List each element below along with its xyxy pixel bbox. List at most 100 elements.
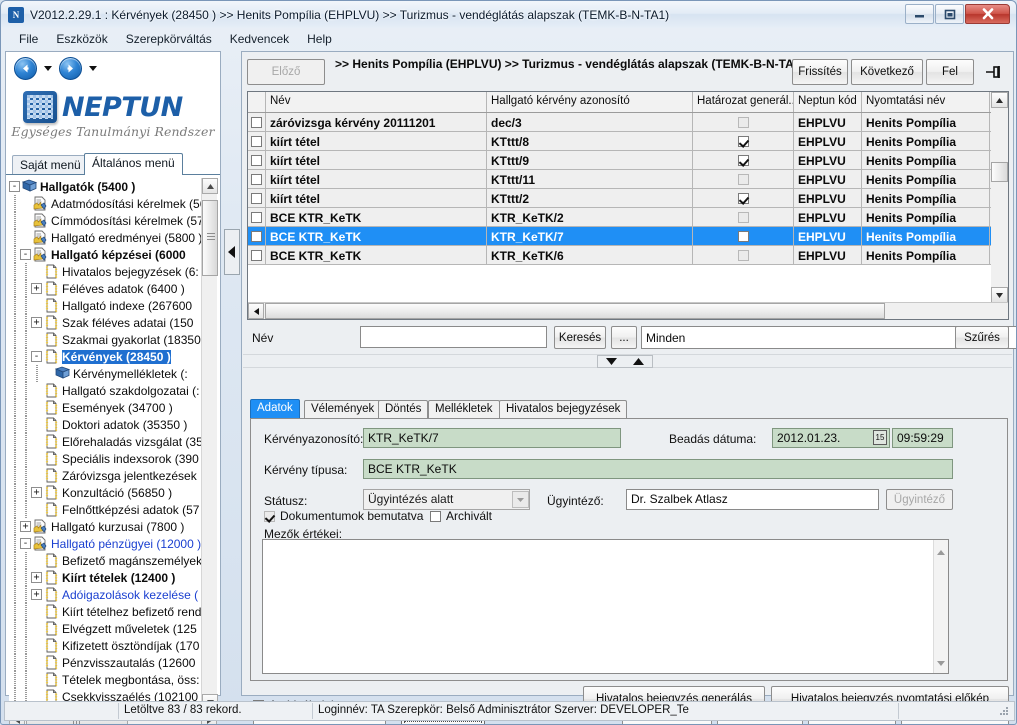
row-checkbox[interactable] xyxy=(251,155,262,166)
tab-hivatalos-bejegyzesek[interactable]: Hivatalos bejegyzések xyxy=(499,400,628,419)
row-checkbox[interactable] xyxy=(251,136,262,147)
row-select-cell[interactable] xyxy=(248,189,266,207)
row-select-cell[interactable] xyxy=(248,208,266,226)
tree-expander-icon[interactable]: - xyxy=(9,181,20,192)
tree-item[interactable]: Pénzvisszautalás (12600 xyxy=(9,654,217,671)
dokumentumok-checkbox-row[interactable]: Dokumentumok bemutatva xyxy=(264,509,423,523)
maximize-button[interactable] xyxy=(935,4,964,24)
table-row[interactable]: BCE KTR_KeTK KTR_KeTK/6 EHPLVU Henits Pompí… xyxy=(248,246,1008,265)
grid-header-neptun[interactable]: Neptun kód xyxy=(794,92,862,112)
tree-item[interactable]: Hivatalos bejegyzések (6: xyxy=(9,263,217,280)
grid-header-nyomtatasi[interactable]: Nyomtatási név xyxy=(862,92,990,112)
calendar-icon[interactable]: 15 xyxy=(873,430,887,445)
back-button[interactable] xyxy=(14,56,37,80)
tab-altalanos-menu[interactable]: Általános menü xyxy=(84,153,183,175)
tree-item[interactable]: Hallgató szakdolgozatai (: xyxy=(9,382,217,399)
archivalt-checkbox-row[interactable]: Archivált xyxy=(430,509,492,523)
tree-item[interactable]: Hallgató eredményei (5800 ) xyxy=(9,229,217,246)
kervenyazonosito-field[interactable]: KTR_KeTK/7 xyxy=(363,428,621,448)
tree-item[interactable]: - Hallgató képzései (6000 xyxy=(9,246,217,263)
table-row[interactable]: BCE KTR_KeTK KTR_KeTK/2 EHPLVU Henits Pompí… xyxy=(248,208,1008,227)
hatarozat-checkbox[interactable] xyxy=(737,250,749,261)
cell-hatarozat[interactable] xyxy=(693,227,794,245)
row-checkbox[interactable] xyxy=(251,174,262,185)
row-checkbox[interactable] xyxy=(251,212,262,223)
cell-hatarozat[interactable] xyxy=(693,246,794,264)
grid-scroll-left-button[interactable] xyxy=(248,303,264,319)
tree-item[interactable]: Elvégzett műveletek (125 xyxy=(9,620,217,637)
row-select-cell[interactable] xyxy=(248,246,266,264)
tree-item[interactable]: - Kérvények (28450 ) xyxy=(9,348,217,365)
previous-button[interactable]: Előző xyxy=(247,59,325,85)
tree-expander-icon[interactable]: - xyxy=(20,538,31,549)
tree-scroll-thumb[interactable] xyxy=(202,200,218,276)
row-checkbox[interactable] xyxy=(251,250,262,261)
menu-item-kedvencek[interactable]: Kedvencek xyxy=(221,30,298,48)
forward-dropdown-icon[interactable] xyxy=(89,65,97,71)
hatarozat-checkbox[interactable] xyxy=(737,117,749,128)
tree-item[interactable]: Speciális indexsorok (390 xyxy=(9,450,217,467)
refresh-button[interactable]: Frissítés xyxy=(792,59,848,85)
statusz-chevron-down-icon[interactable] xyxy=(512,491,529,508)
tree-expander-icon[interactable]: + xyxy=(20,521,31,532)
tree-expander-icon[interactable]: + xyxy=(31,317,42,328)
pin-icon[interactable] xyxy=(982,62,1004,82)
tree-item[interactable]: Kiírt tételhez befizető rend xyxy=(9,603,217,620)
apply-filter-button[interactable]: Szűrés xyxy=(955,326,1009,349)
cell-hatarozat[interactable] xyxy=(693,170,794,188)
records-grid[interactable]: Név Hallgató kérvény azonosító Határozat… xyxy=(247,91,1009,320)
tree-item[interactable]: Tételek megbontása, öss: xyxy=(9,671,217,688)
table-row[interactable]: kiírt tétel KTttt/11 EHPLVU Henits Pompília xyxy=(248,170,1008,189)
tree-item[interactable]: Kifizetett ösztöndíjak (170 xyxy=(9,637,217,654)
dokumentumok-checkbox[interactable] xyxy=(264,510,275,522)
tab-dontes[interactable]: Döntés xyxy=(378,400,429,419)
advanced-search-button[interactable]: ... xyxy=(611,326,637,349)
grid-scroll-thumb[interactable] xyxy=(991,162,1008,182)
menu-item-file[interactable]: File xyxy=(10,30,47,48)
back-dropdown-icon[interactable] xyxy=(44,65,52,71)
tree-scroll-up-button[interactable] xyxy=(202,178,218,194)
tab-adatok[interactable]: Adatok xyxy=(250,399,300,419)
close-button[interactable] xyxy=(965,4,1010,24)
tree-item[interactable]: Hallgató indexe (267600 xyxy=(9,297,217,314)
statusz-dropdown[interactable]: Ügyintézés alatt xyxy=(363,489,530,510)
hatarozat-checkbox[interactable] xyxy=(737,136,749,147)
tree-item[interactable]: Események (34700 ) xyxy=(9,399,217,416)
tree-item[interactable]: + Konzultáció (56850 ) xyxy=(9,484,217,501)
grid-scroll-up-button[interactable] xyxy=(991,92,1008,108)
row-select-cell[interactable] xyxy=(248,151,266,169)
memo-vertical-scrollbar[interactable] xyxy=(933,540,948,673)
tree-item[interactable]: - Hallgatók (5400 ) xyxy=(9,178,217,195)
tree-item[interactable]: Befizető magánszemélyek xyxy=(9,552,217,569)
menu-item-help[interactable]: Help xyxy=(298,30,341,48)
tree-vertical-scrollbar[interactable] xyxy=(201,178,218,710)
row-checkbox[interactable] xyxy=(251,117,262,128)
row-checkbox[interactable] xyxy=(251,231,262,242)
nev-search-input[interactable] xyxy=(360,326,547,348)
grid-header-hatarozat[interactable]: Határozat generál... xyxy=(693,92,794,112)
table-row[interactable]: kiírt tétel KTttt/9 EHPLVU Henits Pompília xyxy=(248,151,1008,170)
tree-item[interactable]: Előrehaladás vizsgálat (35 xyxy=(9,433,217,450)
ugyintezo-button[interactable]: Ügyintéző xyxy=(886,489,953,510)
minimize-button[interactable] xyxy=(905,4,934,24)
tab-velemenyek[interactable]: Vélemények xyxy=(304,400,382,419)
tree-item[interactable]: Záróvizsga jelentkezések xyxy=(9,467,217,484)
tree-item[interactable]: Címmódosítási kérelmek (570 xyxy=(9,212,217,229)
tab-mellekletek[interactable]: Mellékletek xyxy=(428,400,500,419)
table-row[interactable]: kiírt tétel KTttt/8 EHPLVU Henits Pompília xyxy=(248,132,1008,151)
grid-scroll-down-button[interactable] xyxy=(991,287,1008,303)
tab-sajat-menu[interactable]: Saját menü xyxy=(12,155,89,175)
tree-expander-icon[interactable]: - xyxy=(31,351,42,362)
tree-item[interactable]: + Szak féléves adatai (150 xyxy=(9,314,217,331)
cell-hatarozat[interactable] xyxy=(693,151,794,169)
tree-item[interactable]: + Kiírt tételek (12400 ) xyxy=(9,569,217,586)
horizontal-splitter[interactable] xyxy=(243,354,1012,368)
tree-item[interactable]: Szakmai gyakorlat (18350 xyxy=(9,331,217,348)
tree-expander-icon[interactable]: + xyxy=(31,283,42,294)
forward-button[interactable] xyxy=(59,56,82,80)
cell-hatarozat[interactable] xyxy=(693,113,794,131)
grid-hscroll-thumb[interactable] xyxy=(265,303,885,319)
grid-body[interactable]: záróvizsga kérvény 20111201 dec/3 EHPLVU He… xyxy=(248,113,1008,265)
tree-item[interactable]: + Adóigazolások kezelése ( xyxy=(9,586,217,603)
kervenytipusa-field[interactable]: BCE KTR_KeTK xyxy=(363,459,953,479)
